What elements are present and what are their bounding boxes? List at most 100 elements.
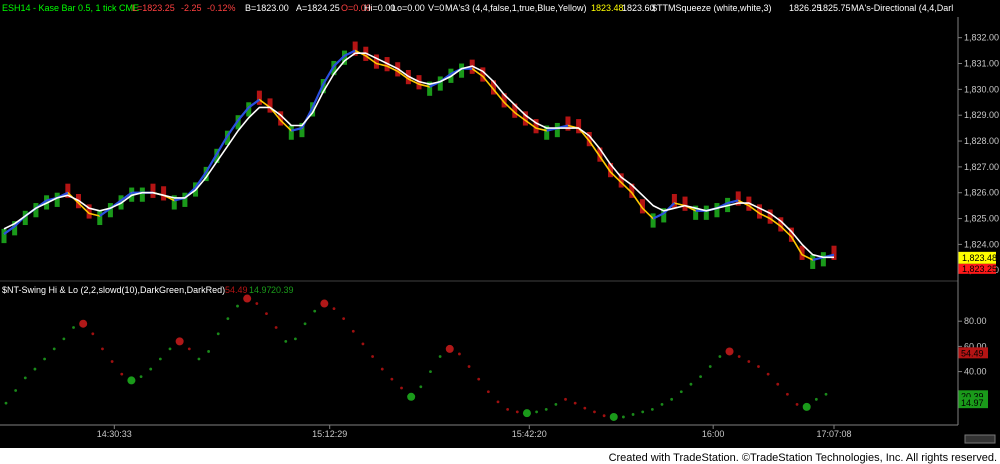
- header-change: -2.25: [181, 3, 202, 13]
- price-bar: [554, 122, 560, 138]
- oscillator-point: [467, 365, 471, 368]
- price-bar: [54, 192, 60, 207]
- oscillator-point: [52, 347, 56, 351]
- oscillator-point: [158, 357, 162, 361]
- oscillator-point: [91, 332, 95, 336]
- price-header: ESH14 - Kase Bar 0.5, 1 tick CME L=1823.…: [2, 3, 953, 13]
- header-ma-label: MA's3 (4,4,false,1,true,Blue,Yellow): [445, 3, 586, 13]
- header-lo: Lo=0.00: [392, 3, 425, 13]
- oscillator-point: [400, 386, 403, 390]
- oscillator-point: [168, 347, 172, 351]
- swing-high-marker: [243, 294, 252, 303]
- price-bar: [682, 196, 688, 211]
- oscillator-point: [351, 329, 355, 333]
- oscillator-label: $NT-Swing Hi & Lo (2,2,slowd(10),DarkGre…: [2, 285, 225, 295]
- oscillator-point: [718, 355, 722, 358]
- chart-window: ESH14 - Kase Bar 0.5, 1 tick CME L=1823.…: [0, 0, 1000, 464]
- price-tick-label: 1,830.00: [964, 84, 999, 94]
- price-tick-label: 1,826.00: [964, 188, 999, 198]
- header-ttm-label: $TTMSqueeze (white,white,3): [652, 3, 772, 13]
- oscillator-point: [660, 402, 664, 406]
- swing-low-marker: [127, 376, 136, 385]
- header-ask: A=1824.25: [296, 3, 340, 13]
- time-tick-label: 15:42:20: [512, 429, 547, 439]
- oscillator-point: [708, 365, 712, 368]
- oscillator-point: [226, 317, 230, 321]
- oscillator-point: [824, 392, 828, 396]
- oscillator-point: [602, 414, 606, 418]
- header-vol: V=0: [428, 3, 444, 13]
- oscillator-point: [776, 382, 780, 386]
- swing-high-marker: [445, 344, 454, 353]
- oscillator-point: [43, 357, 46, 361]
- oscillator-point: [187, 347, 191, 351]
- price-bar: [714, 203, 720, 218]
- oscillator-value-tag-label: 54.49: [961, 348, 984, 358]
- oscillator-value-tag-label: 14.97: [961, 398, 984, 408]
- oscillator-point: [4, 401, 8, 405]
- oscillator-point: [207, 350, 210, 353]
- price-tick-label: 1,829.00: [964, 110, 999, 120]
- oscillator-point: [110, 360, 114, 363]
- oscillator-point: [515, 410, 519, 414]
- oscillator-point: [14, 389, 18, 392]
- oscillator-value-3: 20.39: [271, 285, 294, 295]
- oscillator-point: [795, 402, 799, 406]
- oscillator-point: [757, 365, 760, 368]
- header-symbol: ESH14 - Kase Bar 0.5, 1 tick CME: [2, 3, 139, 13]
- price-tick-label: 1,832.00: [964, 33, 999, 43]
- oscillator-point: [438, 355, 442, 358]
- swing-high-marker: [725, 347, 734, 356]
- swing-high-marker: [79, 319, 88, 328]
- oscillator-point: [486, 390, 490, 394]
- oscillator-point: [294, 337, 297, 341]
- swing-low-marker: [609, 412, 618, 421]
- price-bar: [150, 183, 156, 198]
- oscillator-point: [332, 307, 336, 310]
- oscillator-point: [593, 410, 596, 414]
- price-bar: [256, 90, 262, 105]
- header-dir-label: MA's-Directional (4,4,Darl: [851, 3, 953, 13]
- price-tick-label: 1,825.00: [964, 214, 999, 224]
- oscillator-point: [255, 302, 259, 305]
- oscillator-point: [670, 397, 674, 401]
- price-tick-label: 1,827.00: [964, 162, 999, 172]
- oscillator-point: [23, 376, 27, 380]
- oscillator-point: [631, 413, 635, 416]
- oscillator-point: [216, 332, 220, 336]
- oscillator-point: [120, 372, 124, 376]
- oscillator-point: [747, 360, 751, 363]
- header-ma-value-1: 1823.48: [591, 3, 624, 13]
- oscillator-point: [458, 352, 461, 356]
- oscillator-point: [33, 367, 37, 371]
- oscillator-point: [236, 304, 239, 308]
- oscillator-point: [786, 392, 789, 396]
- header-ttm-value-1: 1826.25: [789, 3, 822, 13]
- time-tick-label: 17:07:08: [816, 429, 851, 439]
- oscillator-point: [284, 339, 288, 343]
- swing-high-marker: [175, 337, 184, 346]
- oscillator-point: [477, 377, 481, 381]
- price-bar: [820, 252, 826, 267]
- oscillator-point: [766, 372, 770, 376]
- swing-low-marker: [802, 402, 811, 411]
- oscillator-point: [679, 390, 683, 394]
- oscillator-value-1: 54.49: [225, 285, 248, 295]
- oscillator-point: [274, 326, 278, 329]
- oscillator-point: [419, 385, 423, 389]
- oscillator-tick-label: 80.00: [964, 316, 987, 326]
- oscillator-point: [650, 408, 654, 411]
- price-bar: [650, 213, 656, 228]
- swing-low-marker: [407, 392, 416, 401]
- oscillator-point: [139, 375, 143, 379]
- oscillator-point: [737, 355, 741, 358]
- header-bid: B=1823.00: [245, 3, 289, 13]
- oscillator-header: $NT-Swing Hi & Lo (2,2,slowd(10),DarkGre…: [2, 285, 294, 295]
- scroll-grip[interactable]: [964, 434, 996, 444]
- oscillator-point: [544, 408, 548, 411]
- last-price-tag-label: 1,823.48: [962, 253, 997, 263]
- oscillator-point: [313, 309, 317, 313]
- oscillator-point: [699, 375, 702, 379]
- oscillator-point: [62, 337, 66, 341]
- oscillator-point: [496, 400, 500, 404]
